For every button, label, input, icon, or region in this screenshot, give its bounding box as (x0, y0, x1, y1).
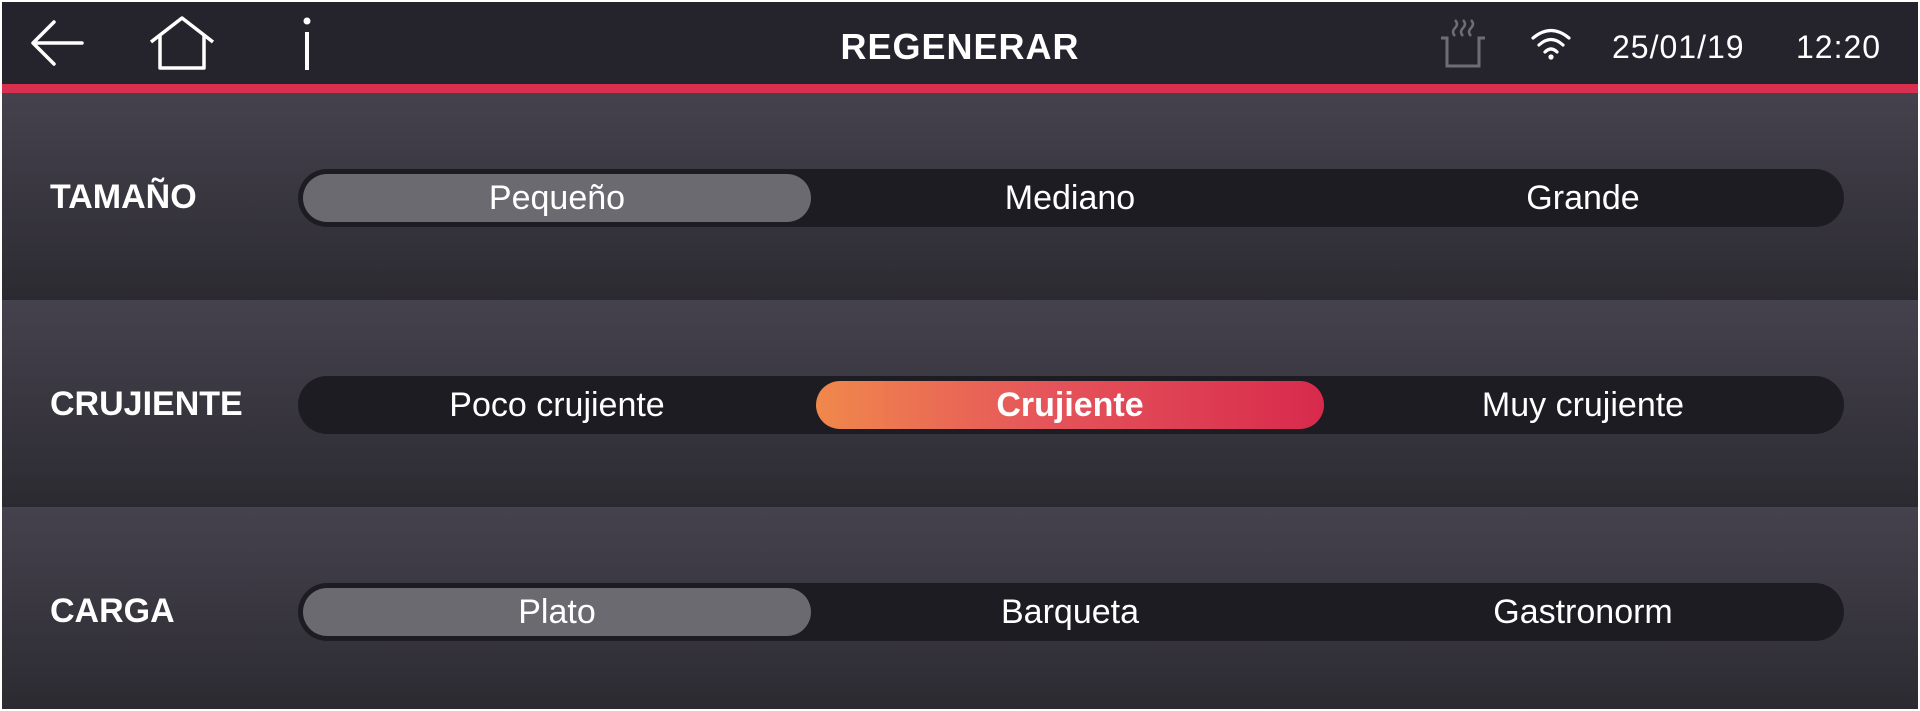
load-selector: Plato Barqueta Gastronorm (298, 583, 1844, 641)
steam-status (1434, 2, 1490, 84)
screen: REGENERAR 25/01/19 12:20 TAMAÑO Pequeño (2, 2, 1918, 709)
load-option-tray[interactable]: Barqueta (816, 588, 1324, 636)
wifi-status (1526, 2, 1576, 84)
load-row: CARGA Plato Barqueta Gastronorm (2, 507, 1918, 709)
size-selector: Pequeño Mediano Grande (298, 169, 1844, 227)
crispness-selector: Poco crujiente Crujiente Muy crujiente (298, 376, 1844, 434)
load-option-gastronorm[interactable]: Gastronorm (1329, 588, 1837, 636)
load-option-plate[interactable]: Plato (303, 588, 811, 636)
size-option-medium[interactable]: Mediano (816, 174, 1324, 222)
crispness-option-medium[interactable]: Crujiente (816, 381, 1324, 429)
load-label: CARGA (50, 592, 175, 630)
size-option-large[interactable]: Grande (1329, 174, 1837, 222)
crispness-row: CRUJIENTE Poco crujiente Crujiente Muy c… (2, 300, 1918, 507)
crispness-label: CRUJIENTE (50, 385, 243, 423)
size-option-small[interactable]: Pequeño (303, 174, 811, 222)
header-accent-line (2, 84, 1918, 93)
crispness-option-high[interactable]: Muy crujiente (1329, 381, 1837, 429)
size-label: TAMAÑO (50, 178, 197, 216)
crispness-option-low[interactable]: Poco crujiente (303, 381, 811, 429)
size-row: TAMAÑO Pequeño Mediano Grande (2, 93, 1918, 300)
date-display: 25/01/19 (1612, 29, 1745, 65)
steam-tray-icon (1441, 19, 1485, 68)
wifi-icon (1531, 28, 1571, 60)
time-display: 12:20 (1796, 29, 1882, 65)
top-bar: REGENERAR 25/01/19 12:20 (2, 2, 1918, 84)
